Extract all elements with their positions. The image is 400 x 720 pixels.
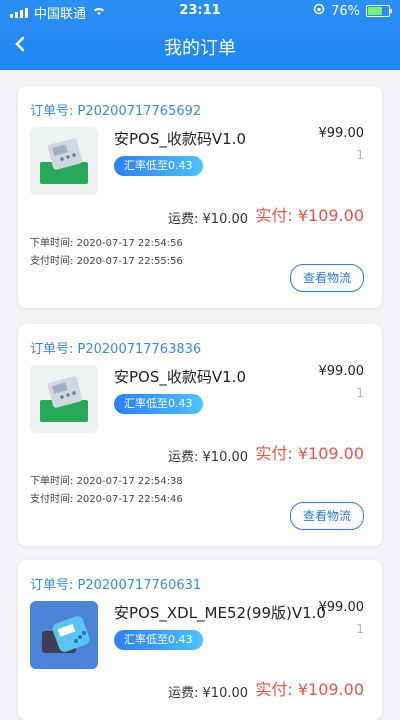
paid-value: ¥109.00: [297, 680, 364, 699]
order-number-label: 订单号:: [30, 578, 74, 593]
pos-terminal-blue-icon: [30, 601, 98, 669]
product-quantity: 1: [356, 148, 364, 162]
order-card[interactable]: 订单号: P20200717760631 安POS_XDL_ME52(99版)V…: [18, 560, 382, 720]
order-card[interactable]: 订单号: P20200717765692 安POS_收款码V1.0 ¥99.00…: [18, 86, 382, 308]
order-number-value: P20200717765692: [77, 104, 202, 119]
paid-amount: 实付: ¥109.00: [255, 440, 364, 464]
order-number: 订单号: P20200717763836: [30, 338, 201, 357]
pay-time: 支付时间: 2020-07-17 22:54:46: [30, 490, 183, 505]
order-card[interactable]: 订单号: P20200717763836 安POS_收款码V1.0 ¥99.00…: [18, 324, 382, 546]
pay-time-label: 支付时间:: [30, 256, 74, 267]
rate-badge: 汇率低至0.43: [114, 630, 203, 650]
navigation-bar: 我的订单: [0, 26, 400, 66]
product-price: ¥99.00: [318, 600, 365, 615]
app-header: 中国联通 23:11 76% 我的订单: [0, 0, 400, 70]
order-number-value: P20200717760631: [77, 578, 202, 593]
shipping-fee: 运费: ¥10.00: [168, 682, 248, 701]
pay-time-value: 2020-07-17 22:55:56: [76, 256, 183, 267]
paid-amount: 实付: ¥109.00: [255, 676, 364, 700]
pos-terminal-green-icon: [30, 127, 98, 195]
shipping-fee-value: ¥10.00: [202, 686, 249, 701]
view-logistics-button[interactable]: 查看物流: [290, 264, 364, 292]
product-name: 安POS_XDL_ME52(99版)V1.0: [114, 604, 326, 622]
order-number-value: P20200717763836: [77, 342, 202, 357]
page-title: 我的订单: [164, 38, 236, 59]
product-name: 安POS_收款码V1.0: [114, 368, 246, 386]
paid-value: ¥109.00: [297, 206, 364, 225]
order-time-value: 2020-07-17 22:54:38: [76, 476, 183, 487]
product-quantity: 1: [356, 622, 364, 636]
pay-time-label: 支付时间:: [30, 494, 74, 505]
order-time: 下单时间: 2020-07-17 22:54:56: [30, 234, 183, 249]
shipping-fee-value: ¥10.00: [202, 450, 249, 465]
order-number: 订单号: P20200717765692: [30, 100, 201, 119]
shipping-fee-value: ¥10.00: [202, 212, 249, 227]
product-price: ¥99.00: [318, 126, 365, 141]
product-quantity: 1: [356, 386, 364, 400]
order-number-label: 订单号:: [30, 342, 74, 357]
order-time-label: 下单时间:: [30, 476, 74, 487]
rate-badge: 汇率低至0.43: [114, 156, 203, 176]
order-time-value: 2020-07-17 22:54:56: [76, 238, 183, 249]
paid-label: 实付:: [255, 444, 293, 463]
paid-label: 实付:: [255, 680, 293, 699]
product-price: ¥99.00: [318, 364, 365, 379]
order-number: 订单号: P20200717760631: [30, 574, 201, 593]
product-thumbnail[interactable]: [30, 601, 98, 669]
product-thumbnail[interactable]: [30, 365, 98, 433]
order-number-label: 订单号:: [30, 104, 74, 119]
paid-label: 实付:: [255, 206, 293, 225]
rotation-lock-icon: [313, 3, 325, 19]
shipping-fee: 运费: ¥10.00: [168, 446, 248, 465]
pos-terminal-green-icon: [30, 365, 98, 433]
shipping-fee-label: 运费:: [168, 450, 199, 465]
pay-time-value: 2020-07-17 22:54:46: [76, 494, 183, 505]
shipping-fee: 运费: ¥10.00: [168, 208, 248, 227]
paid-value: ¥109.00: [297, 444, 364, 463]
rate-badge: 汇率低至0.43: [114, 394, 203, 414]
shipping-fee-label: 运费:: [168, 686, 199, 701]
status-bar: 中国联通 23:11 76%: [0, 0, 400, 22]
battery-icon: [366, 5, 392, 17]
order-time: 下单时间: 2020-07-17 22:54:38: [30, 472, 183, 487]
product-thumbnail[interactable]: [30, 127, 98, 195]
product-name: 安POS_收款码V1.0: [114, 130, 246, 148]
battery-percent: 76%: [331, 3, 360, 19]
paid-amount: 实付: ¥109.00: [255, 202, 364, 226]
pay-time: 支付时间: 2020-07-17 22:55:56: [30, 252, 183, 267]
shipping-fee-label: 运费:: [168, 212, 199, 227]
view-logistics-button[interactable]: 查看物流: [290, 502, 364, 530]
order-time-label: 下单时间:: [30, 238, 74, 249]
